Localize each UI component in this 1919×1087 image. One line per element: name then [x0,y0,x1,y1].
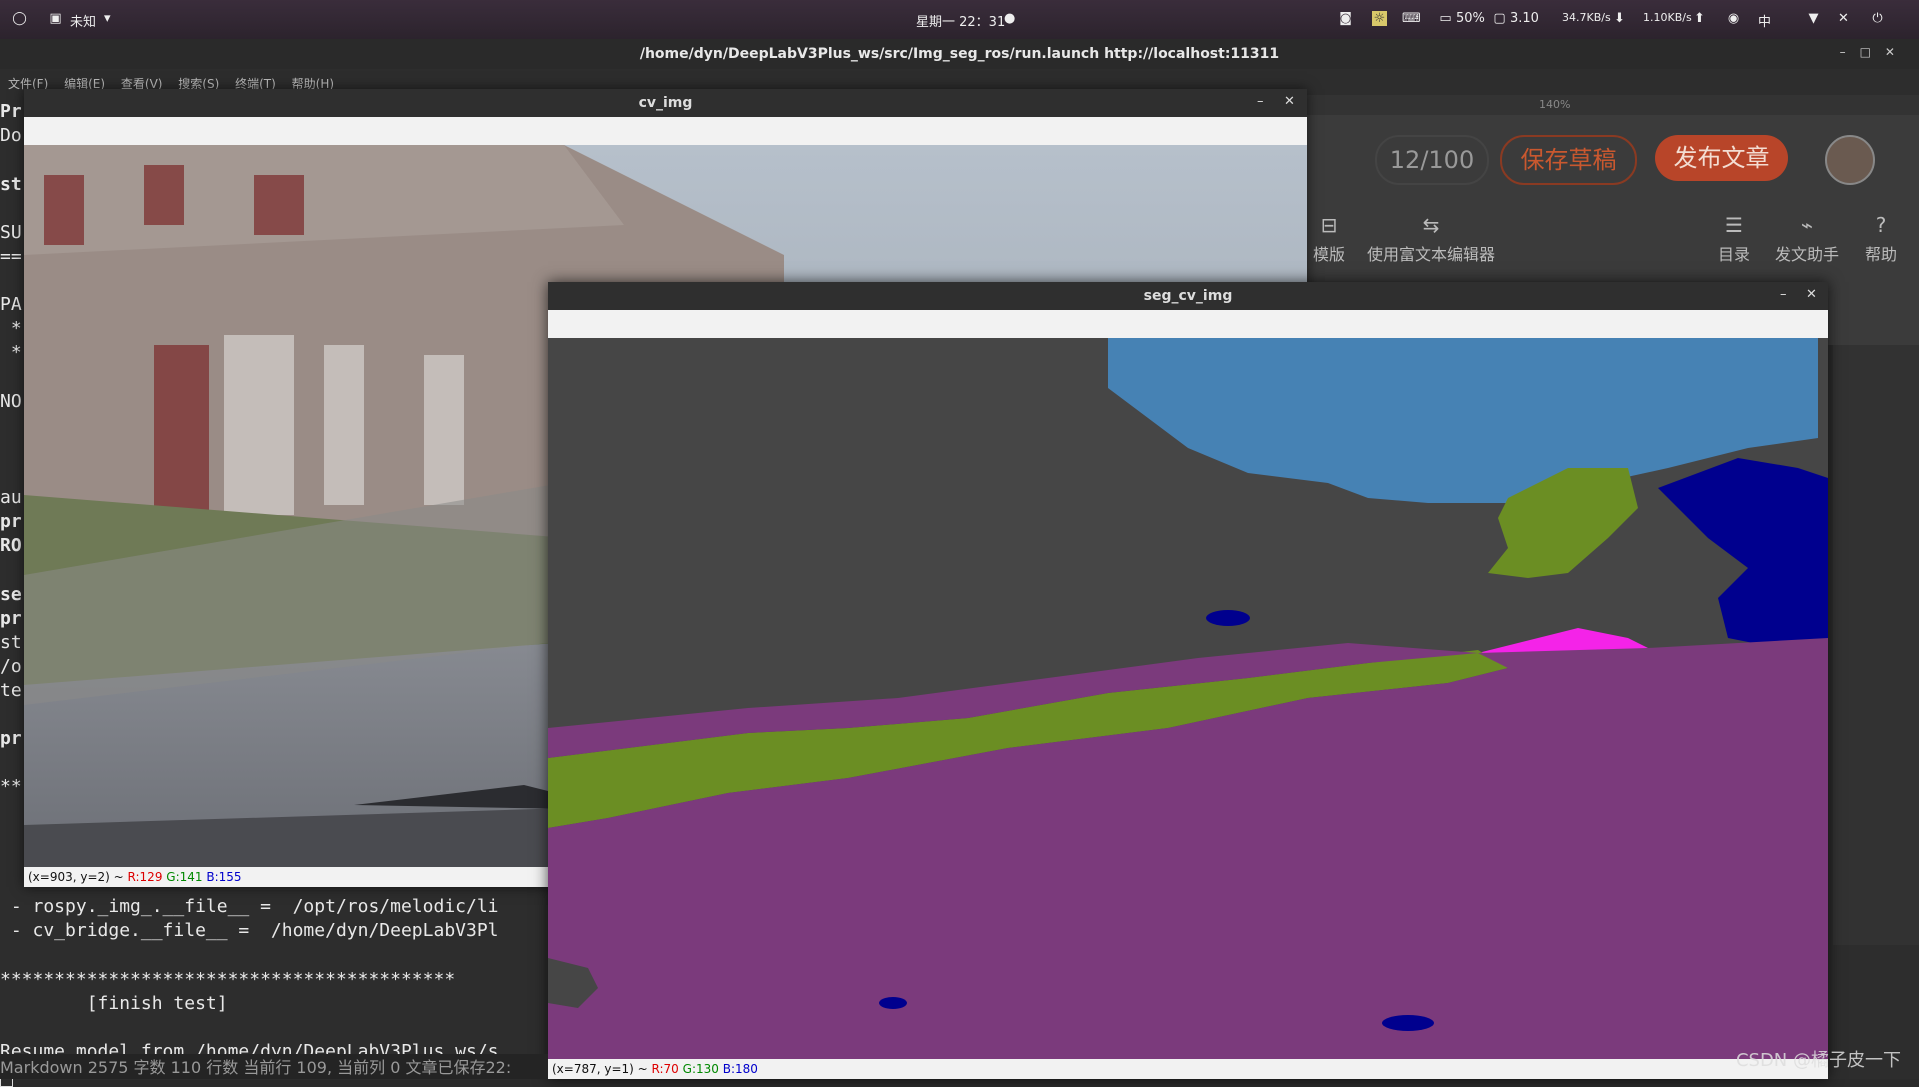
top-panel: ◯ ▣ 未知 ▾ 星期一 22：31 ● ◙ ☼ ⌨ ▭ 50% ▢ 3.10 … [0,0,1919,39]
tool-toc[interactable]: ☰ 目录 [1718,213,1750,265]
terminal-line: SU [0,222,22,243]
seg-cv-img-window[interactable]: seg_cv_img – ✕ (x=787, y=1) ~ R:70 G:130… [548,282,1828,1079]
terminal-line: [finish test] [0,993,228,1014]
terminal-line: * [0,342,22,363]
chevron-down-icon[interactable]: ▾ [104,11,111,26]
terminal-line: pr [0,511,22,532]
cpu-value: 3.10 [1510,11,1539,26]
terminal-line: Pr [0,101,22,122]
monitor-icon[interactable]: ▢ [1492,11,1507,26]
terminal-line: pr [0,728,22,749]
terminal-line: se [0,584,22,605]
zoom-level[interactable]: 140% [1539,98,1570,111]
camera-icon[interactable]: ◙ [1338,11,1353,26]
tool-template[interactable]: ⊟ 模版 [1313,213,1345,265]
terminal-line: au [0,487,22,508]
up-arrow-icon: ⬆ [1694,11,1705,26]
list-icon: ☰ [1725,213,1743,237]
tool-assistant[interactable]: ⌁ 发文助手 [1775,213,1839,265]
power-icon[interactable]: ⏻ [1870,11,1885,26]
mute-icon[interactable]: ✕ [1836,11,1851,26]
terminal-line: RO [0,535,22,556]
terminal-line: * [0,318,22,339]
down-arrow-icon: ⬇ [1614,11,1625,26]
publish-button[interactable]: 发布文章 [1655,135,1788,181]
image-toolbar [548,310,1828,338]
input-method[interactable]: 中 [1758,11,1771,30]
terminal-line: PA [0,294,22,315]
terminal-line: te [0,680,22,701]
terminal-line: st [0,632,22,653]
net-down-value: 34.7KB/s [1562,11,1611,24]
close-icon[interactable]: ✕ [1284,94,1295,109]
terminal-line: == [0,246,22,267]
title-count: 12/100 [1375,135,1489,185]
terminal-line: Do [0,125,22,146]
terminal-line: /o [0,656,22,677]
window-title: seg_cv_img [548,282,1828,310]
browser-toolbar: 140% [1305,95,1919,115]
avatar[interactable] [1825,135,1875,185]
app-menu[interactable]: 未知 [70,11,96,30]
keyboard-icon[interactable]: ⌨ [1402,11,1421,26]
battery-icon[interactable]: ▭ [1438,11,1453,26]
window-title: cv_img [24,89,1307,117]
tool-richtext[interactable]: ⇆ 使用富文本编辑器 [1367,213,1495,265]
side-pane [1833,345,1919,945]
terminal-line: ****************************************… [0,969,456,990]
wifi-icon[interactable]: ▼ [1806,11,1821,26]
segmentation-image[interactable] [548,338,1828,1059]
minimize-icon[interactable]: – [1780,287,1787,302]
tool-help[interactable]: ? 帮助 [1865,213,1897,265]
window-icon[interactable]: ▣ [48,11,63,26]
help-icon: ? [1875,213,1887,237]
switch-icon: ⇆ [1422,213,1440,237]
close-icon[interactable]: ✕ [1806,287,1817,302]
terminal-line: - cv_bridge.__file__ = /home/dyn/DeepLab… [0,920,499,941]
dot-icon: ● [1004,11,1016,26]
terminal-title: /home/dyn/DeepLabV3Plus_ws/src/Img_seg_r… [0,39,1919,69]
terminal-line: pr [0,608,22,629]
battery-value: 50% [1456,11,1485,26]
terminal-line: - rospy._img_.__file__ = /opt/ros/melodi… [0,896,499,917]
terminal-line: NO [0,391,22,412]
terminal-line: st [0,174,22,195]
editor-status-bar: Markdown 2575 字数 110 行数 当前行 109, 当前列 0 文… [0,1054,548,1079]
terminal-line: ** [0,776,22,797]
language-icon[interactable]: ◉ [1726,11,1741,26]
chart-icon: ⌁ [1800,213,1814,237]
image-toolbar [24,117,1307,145]
circle-icon[interactable]: ◯ [12,11,27,26]
clock[interactable]: 星期一 22：31 [916,11,1005,30]
pixel-status: (x=787, y=1) ~ R:70 G:130 B:180 [548,1059,1828,1079]
save-draft-button[interactable]: 保存草稿 [1500,135,1637,185]
watermark: CSDN @橘子皮一下 [1735,1050,1901,1071]
minimize-icon[interactable]: – [1257,94,1264,109]
net-up-value: 1.10KB/s [1643,11,1692,24]
window-controls[interactable]: –□✕ [1840,45,1909,59]
template-icon: ⊟ [1320,213,1338,237]
brightness-icon[interactable]: ☼ [1372,11,1387,26]
